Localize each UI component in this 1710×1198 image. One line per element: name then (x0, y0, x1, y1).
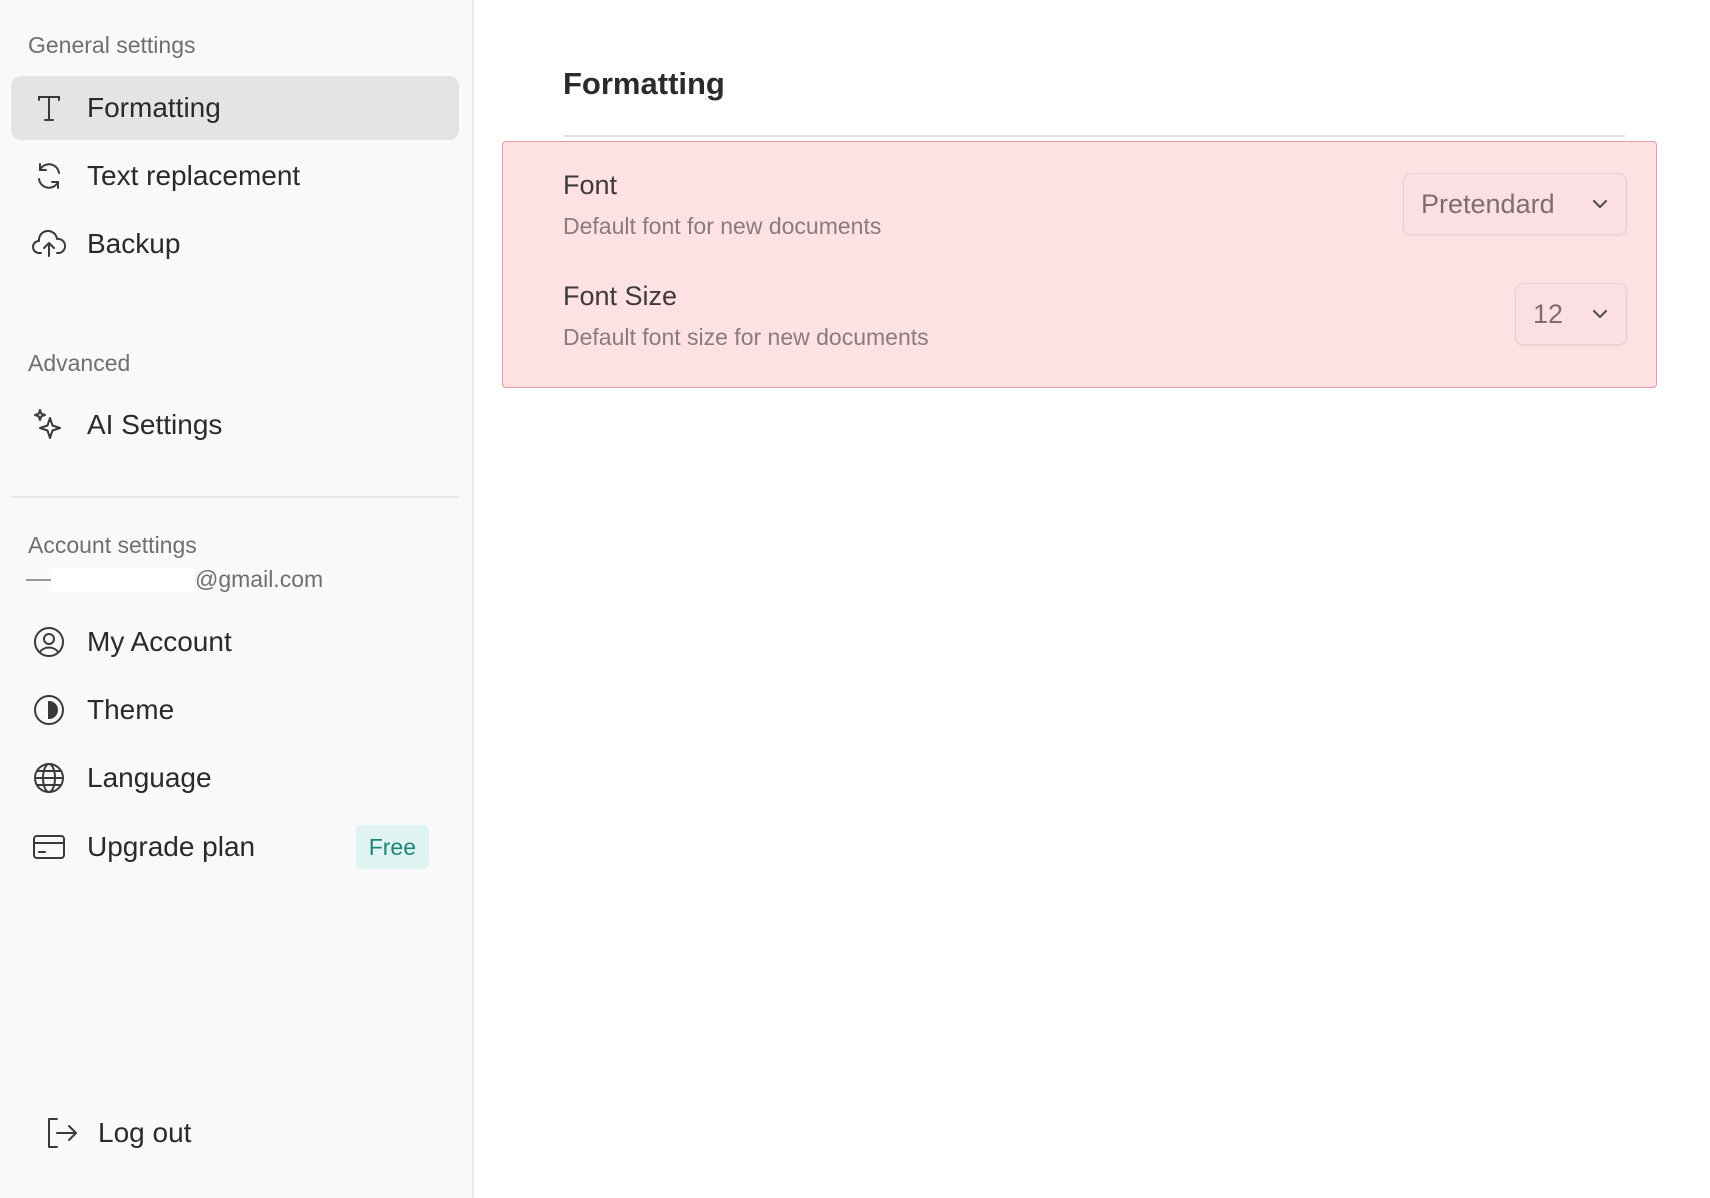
chevron-down-icon (1588, 192, 1612, 216)
email-dash (26, 578, 51, 581)
page-title: Formatting (563, 66, 725, 101)
font-size-setting-title: Font Size (563, 281, 678, 311)
font-size-select-value: 12 (1533, 298, 1564, 329)
refresh-icon (31, 158, 67, 194)
sidebar-item-label: Formatting (87, 92, 221, 123)
settings-sidebar: General settings Formatting Text replace… (0, 0, 474, 1198)
cloud-upload-icon (31, 226, 67, 262)
general-settings-label: General settings (28, 32, 196, 58)
email-redaction (51, 566, 195, 593)
user-circle-icon (31, 624, 67, 660)
half-circle-icon (31, 692, 67, 728)
sidebar-item-label: My Account (87, 626, 232, 657)
sidebar-item-label: Backup (87, 228, 181, 259)
font-size-select[interactable]: 12 (1515, 283, 1627, 345)
sidebar-item-label: Text replacement (87, 160, 301, 191)
sidebar-item-text-replacement[interactable]: Text replacement (11, 144, 459, 208)
sidebar-item-label: Language (87, 762, 212, 793)
sidebar-item-my-account[interactable]: My Account (11, 610, 459, 674)
sidebar-item-ai-settings[interactable]: AI Settings (11, 393, 459, 457)
globe-icon (31, 760, 67, 796)
sidebar-item-theme[interactable]: Theme (11, 678, 459, 742)
sidebar-item-upgrade-plan[interactable]: Upgrade plan Free (11, 815, 459, 879)
sidebar-item-formatting[interactable]: Formatting (11, 76, 459, 140)
account-settings-label: Account settings (28, 532, 197, 558)
font-select[interactable]: Pretendard (1403, 173, 1627, 235)
formatting-settings-panel: Font Default font for new documents Pret… (502, 141, 1657, 388)
sidebar-item-label: Upgrade plan (87, 831, 256, 862)
sidebar-item-label: Theme (87, 694, 175, 725)
sidebar-item-label: AI Settings (87, 409, 223, 440)
logout-icon (44, 1115, 80, 1151)
font-size-setting-description: Default font size for new documents (563, 324, 929, 350)
title-divider (563, 135, 1625, 137)
logout-label: Log out (98, 1117, 192, 1148)
advanced-label: Advanced (28, 350, 131, 376)
settings-main: Formatting Font Default font for new doc… (476, 0, 1710, 1198)
text-t-icon (31, 90, 67, 126)
sidebar-divider (11, 496, 459, 498)
plan-badge: Free (355, 825, 429, 869)
font-select-value: Pretendard (1421, 188, 1555, 219)
credit-card-icon (31, 829, 67, 865)
logout-button[interactable]: Log out (24, 1101, 324, 1165)
email-domain: @gmail.com (195, 566, 324, 592)
chevron-down-icon (1588, 302, 1612, 326)
sidebar-item-language[interactable]: Language (11, 746, 459, 810)
sidebar-item-backup[interactable]: Backup (11, 212, 459, 276)
account-email: @gmail.com (26, 566, 323, 593)
sparkles-icon (31, 407, 67, 443)
font-setting-description: Default font for new documents (563, 213, 882, 239)
font-setting-title: Font (563, 170, 618, 200)
